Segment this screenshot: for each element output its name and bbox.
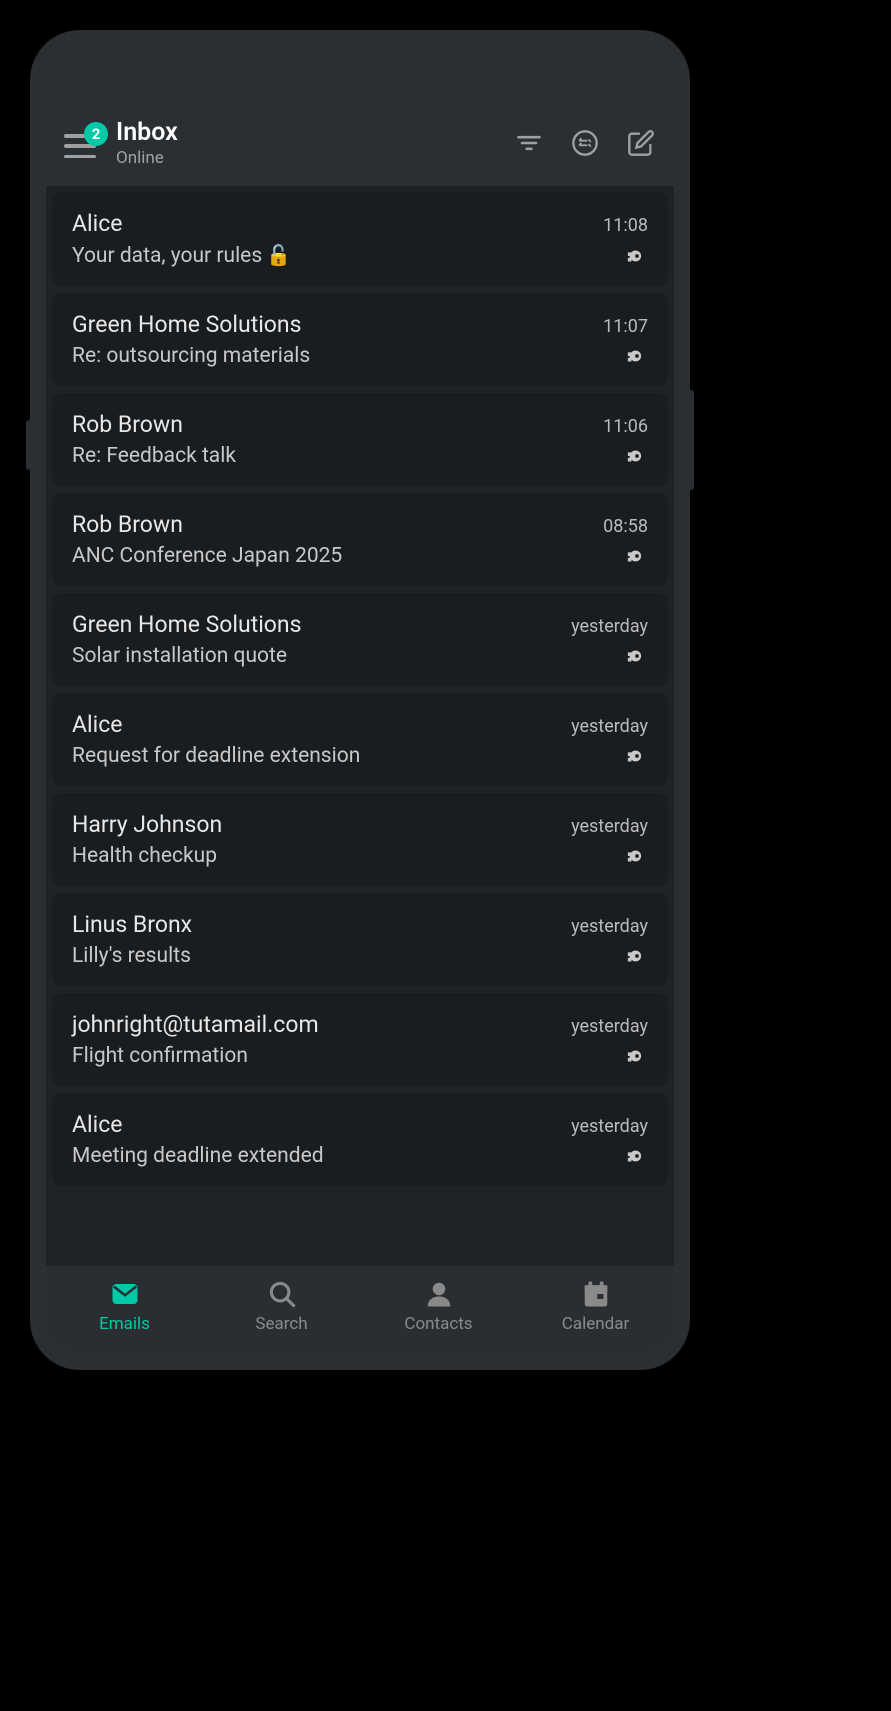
email-item[interactable]: Rob Brown 11:06 Re: Feedback talk bbox=[52, 393, 668, 486]
filter-icon bbox=[515, 129, 543, 157]
compose-icon bbox=[627, 129, 655, 157]
email-sender: johnright@tutamail.com bbox=[72, 1011, 319, 1038]
nav-search-label: Search bbox=[255, 1314, 307, 1334]
email-time: yesterday bbox=[571, 916, 648, 937]
encryption-key-icon bbox=[626, 445, 648, 467]
checklist-icon bbox=[571, 129, 599, 157]
email-subject: Request for deadline extension bbox=[72, 744, 360, 768]
encryption-key-icon bbox=[626, 945, 648, 967]
email-time: yesterday bbox=[571, 616, 648, 637]
email-sender: Harry Johnson bbox=[72, 811, 222, 838]
email-time: yesterday bbox=[571, 1116, 648, 1137]
encryption-key-icon bbox=[626, 745, 648, 767]
filter-button[interactable] bbox=[514, 128, 544, 158]
mark-read-button[interactable] bbox=[570, 128, 600, 158]
mail-icon bbox=[109, 1278, 141, 1310]
app-header: 2 Inbox Online bbox=[46, 108, 674, 186]
email-list[interactable]: Alice 11:08 Your data, your rules🔓 Green Ho… bbox=[46, 186, 674, 1266]
email-subject: ANC Conference Japan 2025 bbox=[72, 544, 342, 568]
email-item[interactable]: Linus Bronx yesterday Lilly's results bbox=[52, 893, 668, 986]
email-time: 11:08 bbox=[603, 215, 648, 236]
phone-frame: 2 Inbox Online bbox=[30, 30, 690, 1370]
phone-side-button-left bbox=[26, 420, 32, 470]
encryption-key-icon bbox=[626, 845, 648, 867]
email-sender: Alice bbox=[72, 1111, 122, 1138]
header-title-group: Inbox Online bbox=[116, 118, 500, 168]
email-item[interactable]: Rob Brown 08:58 ANC Conference Japan 2025 bbox=[52, 493, 668, 586]
email-item[interactable]: johnright@tutamail.com yesterday Flight co… bbox=[52, 993, 668, 1086]
compose-button[interactable] bbox=[626, 128, 656, 158]
email-subject: Solar installation quote bbox=[72, 644, 287, 668]
email-subject: Flight confirmation bbox=[72, 1044, 248, 1068]
lock-emoji-icon: 🔓 bbox=[266, 243, 291, 267]
email-item[interactable]: Alice 11:08 Your data, your rules🔓 bbox=[52, 192, 668, 286]
email-time: 08:58 bbox=[603, 516, 648, 537]
email-item[interactable]: Harry Johnson yesterday Health checkup bbox=[52, 793, 668, 886]
header-actions bbox=[514, 128, 656, 158]
nav-emails[interactable]: Emails bbox=[46, 1278, 203, 1334]
search-icon bbox=[266, 1278, 298, 1310]
email-sender: Rob Brown bbox=[72, 411, 183, 438]
email-subject: Re: Feedback talk bbox=[72, 444, 236, 468]
encryption-key-icon bbox=[626, 245, 648, 267]
email-subject: Health checkup bbox=[72, 844, 217, 868]
email-time: yesterday bbox=[571, 816, 648, 837]
nav-contacts-label: Contacts bbox=[404, 1314, 472, 1334]
email-sender: Alice bbox=[72, 711, 122, 738]
calendar-icon bbox=[580, 1278, 612, 1310]
email-subject: Meeting deadline extended bbox=[72, 1144, 324, 1168]
menu-button[interactable]: 2 bbox=[64, 128, 102, 158]
email-time: yesterday bbox=[571, 716, 648, 737]
encryption-key-icon bbox=[626, 545, 648, 567]
email-subject: Your data, your rules🔓 bbox=[72, 243, 291, 268]
nav-calendar[interactable]: Calendar bbox=[517, 1278, 674, 1334]
email-sender: Green Home Solutions bbox=[72, 311, 302, 338]
encryption-key-icon bbox=[626, 645, 648, 667]
email-sender: Rob Brown bbox=[72, 511, 183, 538]
email-item[interactable]: Green Home Solutions yesterday Solar insta… bbox=[52, 593, 668, 686]
folder-title: Inbox bbox=[116, 118, 500, 148]
status-bar bbox=[46, 48, 674, 108]
email-sender: Linus Bronx bbox=[72, 911, 192, 938]
status-label: Online bbox=[116, 148, 500, 168]
email-subject: Lilly's results bbox=[72, 944, 191, 968]
encryption-key-icon bbox=[626, 345, 648, 367]
nav-calendar-label: Calendar bbox=[562, 1314, 629, 1334]
email-sender: Green Home Solutions bbox=[72, 611, 302, 638]
email-item[interactable]: Green Home Solutions 11:07 Re: outsourcing… bbox=[52, 293, 668, 386]
email-time: 11:07 bbox=[603, 316, 648, 337]
bottom-nav: Emails Search Contacts bbox=[46, 1266, 674, 1352]
email-subject: Re: outsourcing materials bbox=[72, 344, 310, 368]
nav-contacts[interactable]: Contacts bbox=[360, 1278, 517, 1334]
nav-emails-label: Emails bbox=[99, 1314, 150, 1334]
person-icon bbox=[423, 1278, 455, 1310]
encryption-key-icon bbox=[626, 1045, 648, 1067]
email-time: 11:06 bbox=[603, 416, 648, 437]
phone-screen: 2 Inbox Online bbox=[46, 48, 674, 1352]
phone-side-button bbox=[688, 390, 694, 490]
email-item[interactable]: Alice yesterday Meeting deadline extended bbox=[52, 1093, 668, 1186]
email-time: yesterday bbox=[571, 1016, 648, 1037]
email-item[interactable]: Alice yesterday Request for deadline exten… bbox=[52, 693, 668, 786]
nav-search[interactable]: Search bbox=[203, 1278, 360, 1334]
email-sender: Alice bbox=[72, 210, 122, 237]
encryption-key-icon bbox=[626, 1145, 648, 1167]
unread-badge: 2 bbox=[84, 122, 108, 146]
